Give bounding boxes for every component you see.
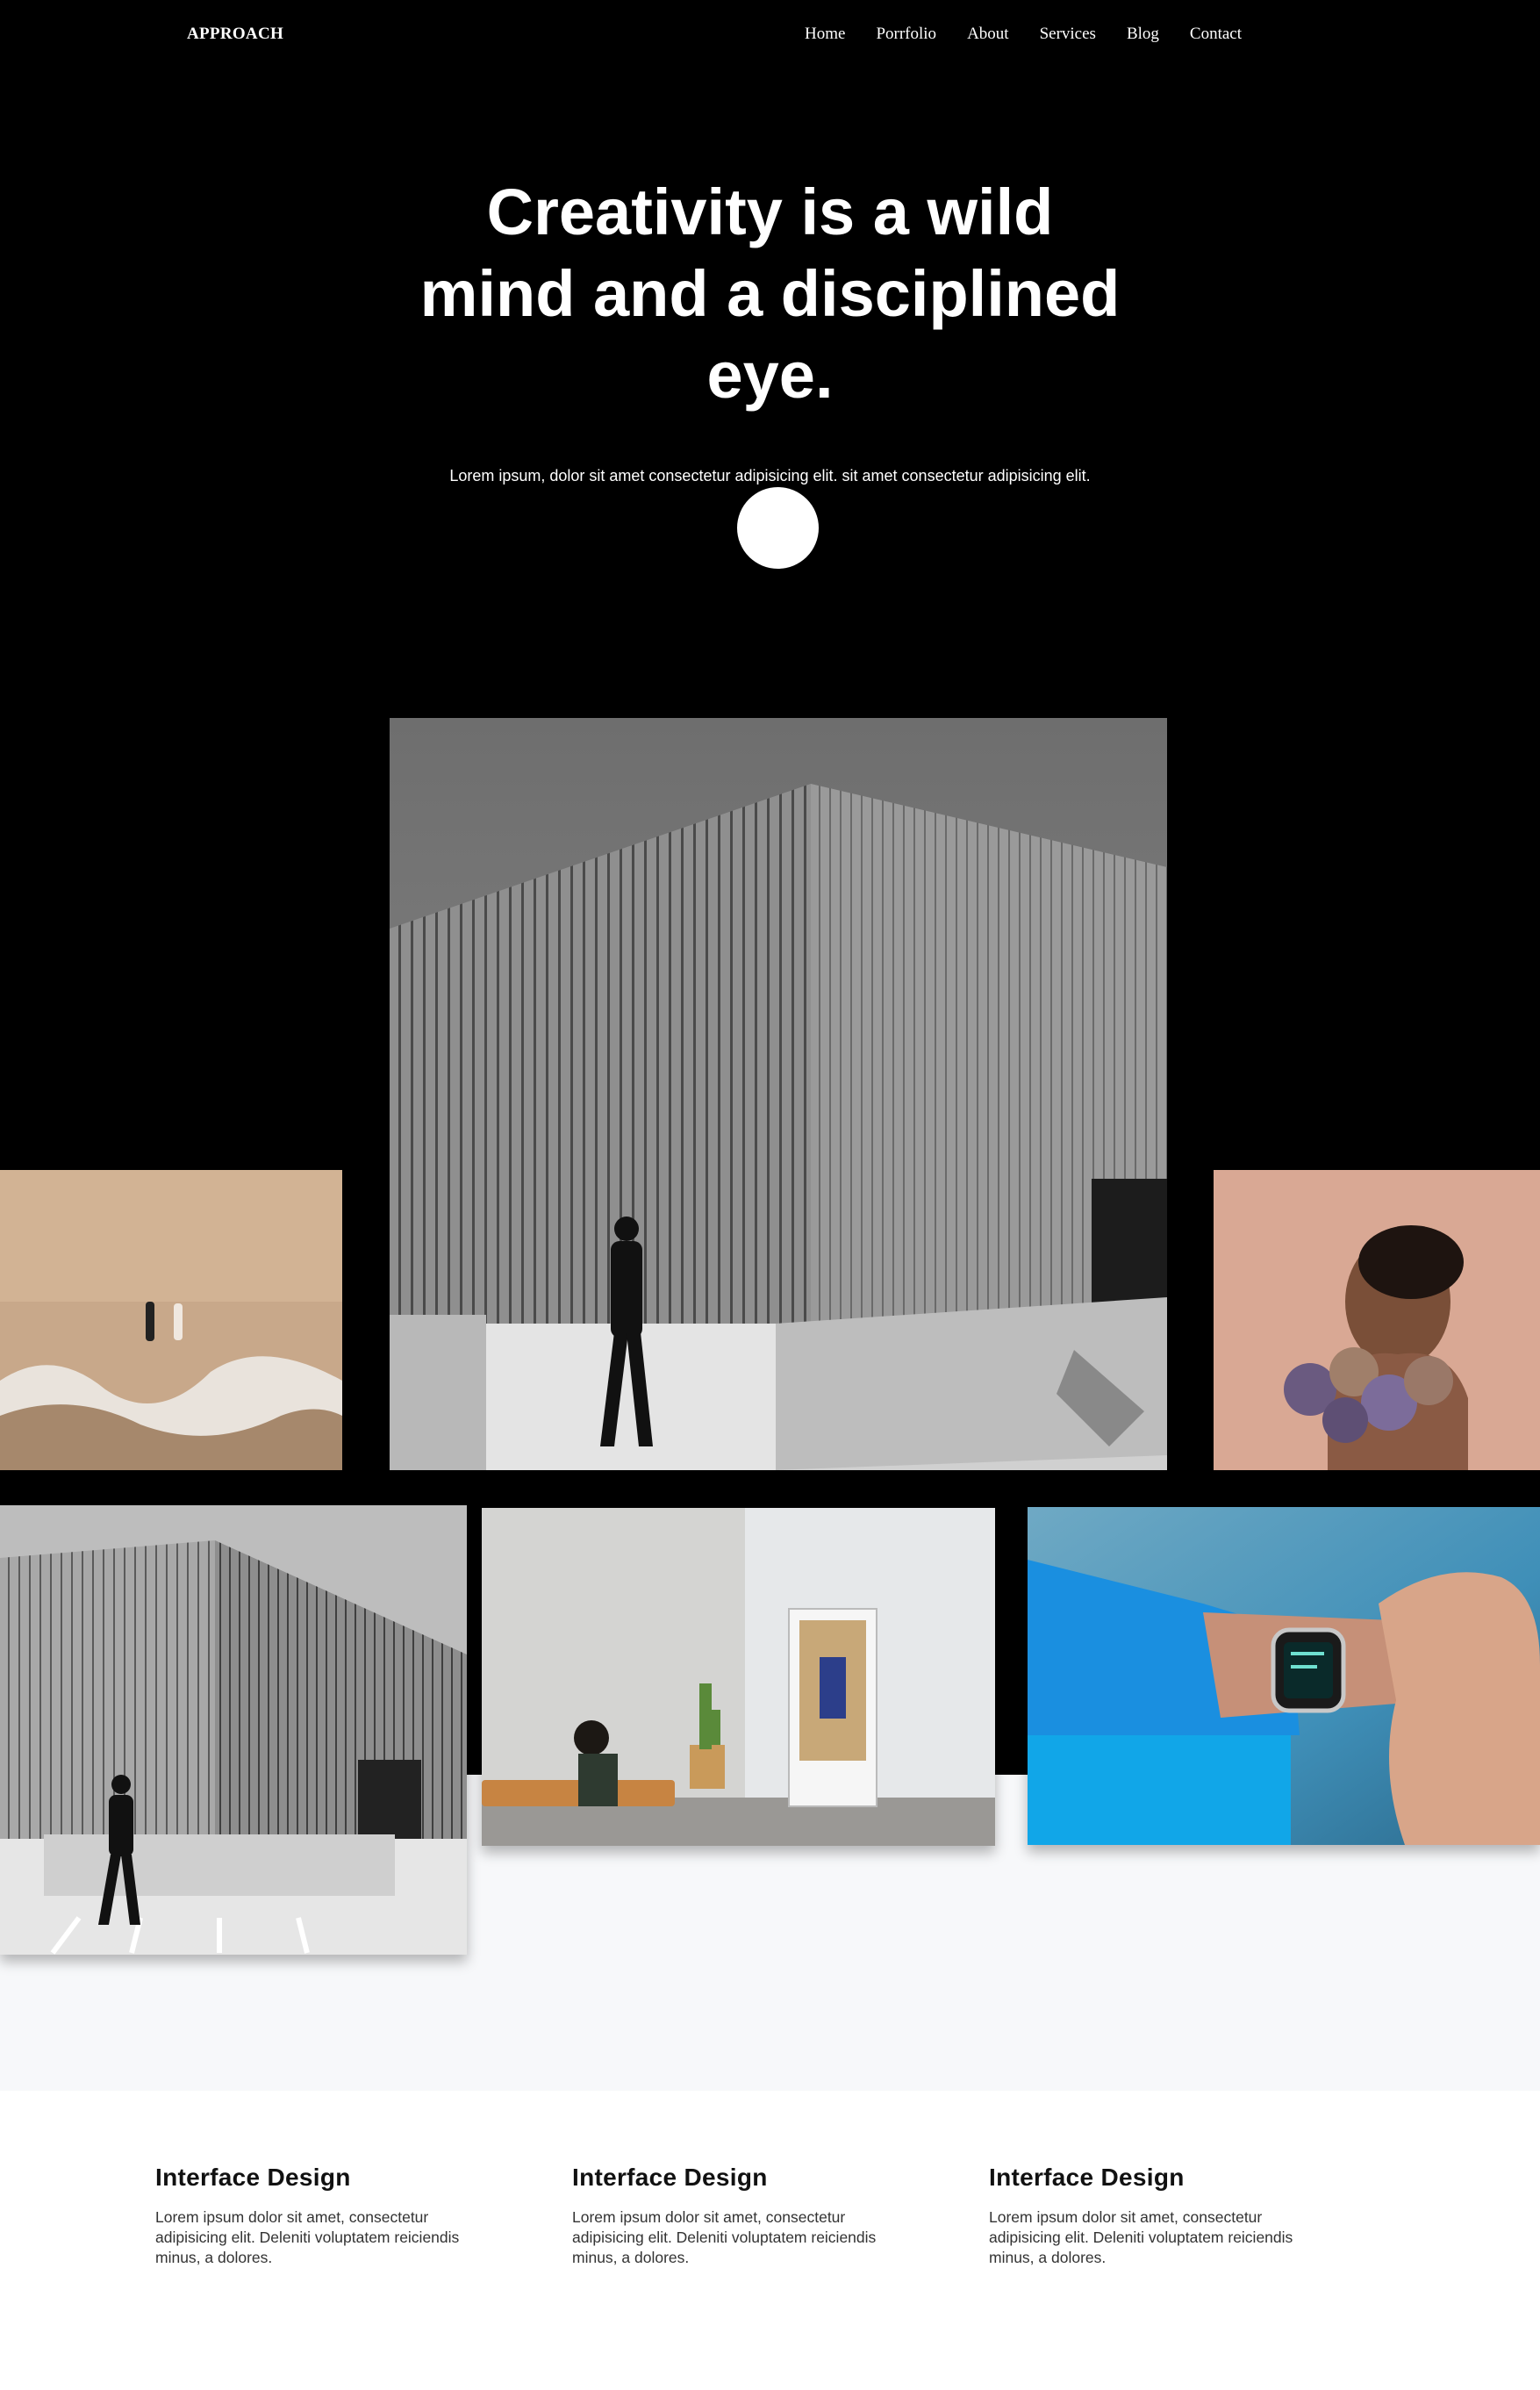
feature-card: Interface Design Lorem ipsum dolor sit a… — [572, 2164, 901, 2268]
feature-title: Interface Design — [155, 2164, 351, 2191]
hero-subtitle: Lorem ipsum, dolor sit amet consectetur … — [449, 467, 1091, 484]
nav-link-home[interactable]: Home — [805, 25, 845, 44]
office-interior-photo — [482, 1508, 995, 1846]
hero-headline-line: eye. — [706, 339, 834, 412]
concrete-building-photo-2 — [0, 1505, 467, 1955]
hero-headline-line: Creativity is a wild — [486, 176, 1054, 248]
man-with-flowers-photo — [1214, 1170, 1540, 1470]
feature-card: Interface Design Lorem ipsum dolor sit a… — [155, 2164, 484, 2268]
nav-link-about[interactable]: About — [967, 25, 1009, 44]
nav-menu: Home Porrfolio About Services Blog Conta… — [774, 25, 1242, 44]
hero-headline-line: mind and a disciplined — [419, 257, 1121, 330]
nav-link-services[interactable]: Services — [1040, 25, 1096, 44]
hero-circle-button[interactable] — [737, 487, 819, 569]
smartwatch-photo — [1028, 1507, 1540, 1845]
nav-link-blog[interactable]: Blog — [1127, 25, 1159, 44]
feature-card: Interface Design Lorem ipsum dolor sit a… — [989, 2164, 1318, 2268]
top-navbar: APPROACH Home Porrfolio About Services B… — [0, 0, 1540, 70]
feature-text: Lorem ipsum dolor sit amet, consectetur … — [989, 2208, 1293, 2266]
feature-title: Interface Design — [989, 2164, 1185, 2191]
hero-headline: Creativity is a wild mind and a discipli… — [0, 171, 1540, 416]
feature-text: Lorem ipsum dolor sit amet, consectetur … — [572, 2208, 877, 2266]
feature-text: Lorem ipsum dolor sit amet, consectetur … — [155, 2208, 460, 2266]
brand-logo[interactable]: APPROACH — [187, 25, 283, 44]
concrete-building-photo — [390, 718, 1167, 1470]
nav-link-portfolio[interactable]: Porrfolio — [876, 25, 936, 44]
nav-link-contact[interactable]: Contact — [1190, 25, 1242, 44]
feature-title: Interface Design — [572, 2164, 768, 2191]
beach-aerial-photo — [0, 1170, 342, 1470]
